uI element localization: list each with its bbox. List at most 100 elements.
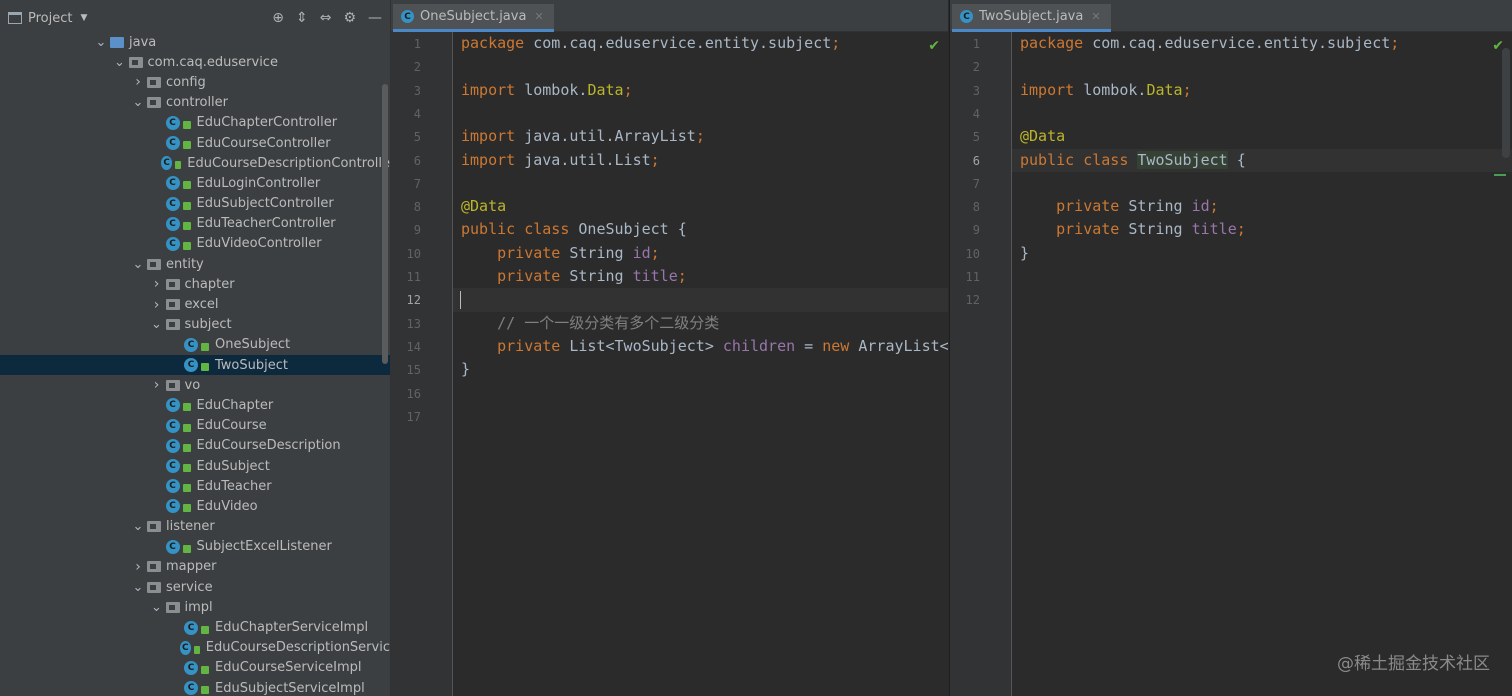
- chevron-right-icon[interactable]: ›: [129, 559, 147, 575]
- line-number: 7: [413, 176, 421, 191]
- tree-item-folder[interactable]: › vo: [0, 375, 390, 395]
- tree-item-folder[interactable]: ⌄ java: [0, 32, 390, 52]
- tree-item-class[interactable]: C SubjectExcelListener: [0, 537, 390, 557]
- project-scrollbar[interactable]: [382, 84, 388, 364]
- tree-item-label: TwoSubject: [215, 357, 288, 373]
- access-icon: [182, 464, 191, 473]
- class-icon: C: [184, 358, 198, 373]
- chevron-down-icon[interactable]: ⌄: [148, 600, 166, 615]
- tree-item-folder[interactable]: ⌄ impl: [0, 597, 390, 617]
- tree-item-label: EduCourseDescriptionServic: [205, 640, 390, 656]
- line-number: 3: [972, 83, 980, 98]
- editor-scrollbar[interactable]: [1502, 48, 1510, 158]
- tree-item-label: OneSubject: [215, 337, 291, 353]
- tree-item-class[interactable]: C OneSubject: [0, 335, 390, 355]
- tree-item-class[interactable]: C EduCourseServiceImpl: [0, 658, 390, 678]
- tree-item-class[interactable]: C EduChapterController: [0, 113, 390, 133]
- code-text: @Data: [461, 197, 507, 216]
- code-area[interactable]: package com.caq.eduservice.entity.subjec…: [453, 32, 948, 696]
- code-line: import java.util.List;: [453, 149, 948, 172]
- tree-item-class[interactable]: C EduTeacher: [0, 476, 390, 496]
- folder-icon: [165, 278, 180, 290]
- line-number: 8: [413, 200, 421, 215]
- access-icon: [201, 363, 209, 372]
- tree-item-class[interactable]: C EduChapterServiceImpl: [0, 617, 390, 637]
- tree-item-folder[interactable]: ⌄ service: [0, 577, 390, 597]
- tree-item-folder[interactable]: ⌄ subject: [0, 315, 390, 335]
- tree-item-folder[interactable]: ⌄ com.caq.eduservice: [0, 52, 390, 72]
- chevron-down-icon[interactable]: ⌄: [129, 257, 147, 272]
- tree-item-label: excel: [184, 297, 219, 313]
- access-icon: [182, 544, 191, 553]
- class-icon: C: [165, 196, 180, 211]
- tree-item-class[interactable]: C EduSubjectServiceImpl: [0, 678, 390, 696]
- line-number: 6: [972, 153, 980, 168]
- code-line: [453, 288, 948, 312]
- access-icon: [182, 403, 191, 412]
- tree-item-class[interactable]: C EduSubject: [0, 456, 390, 476]
- tab-twosubject[interactable]: C TwoSubject.java ✕: [952, 4, 1111, 32]
- tree-item-label: EduChapterServiceImpl: [215, 620, 369, 636]
- tree-item-folder[interactable]: › excel: [0, 294, 390, 314]
- locate-icon[interactable]: ⊕: [272, 10, 284, 26]
- tree-item-folder[interactable]: › config: [0, 72, 390, 92]
- collapse-all-icon[interactable]: ⇔: [320, 10, 332, 26]
- folder-icon: [147, 97, 161, 109]
- tree-item-label: vo: [184, 377, 201, 393]
- chevron-down-icon[interactable]: ⌄: [129, 580, 147, 595]
- line-gutter: 1 2 3 4 5 6 7 8 9 10 11 12 13 14 15 16 17: [391, 32, 453, 696]
- chevron-right-icon[interactable]: ›: [129, 74, 147, 90]
- tree-item-class[interactable]: C EduTeacherController: [0, 214, 390, 234]
- tree-item-class[interactable]: C EduSubjectController: [0, 194, 390, 214]
- chevron-right-icon[interactable]: ›: [148, 377, 166, 393]
- tree-item-label: mapper: [166, 559, 217, 575]
- class-icon: C: [184, 337, 198, 352]
- chevron-down-icon[interactable]: ⌄: [92, 35, 110, 50]
- class-icon: C: [165, 499, 180, 514]
- tree-item-folder[interactable]: › chapter: [0, 274, 390, 294]
- code-line: public class TwoSubject {: [1012, 148, 1512, 172]
- tree-item-folder[interactable]: ⌄ controller: [0, 93, 390, 113]
- check-icon: ✔: [928, 38, 940, 54]
- tree-item-class[interactable]: C EduLoginController: [0, 173, 390, 193]
- close-icon[interactable]: ✕: [1091, 10, 1100, 23]
- tree-item-class[interactable]: C TwoSubject: [0, 355, 390, 376]
- tree-item-class[interactable]: C EduCourseController: [0, 133, 390, 153]
- tree-item-class[interactable]: C EduCourse: [0, 416, 390, 436]
- chevron-right-icon[interactable]: ›: [148, 276, 166, 292]
- chevron-down-icon[interactable]: ⌄: [129, 95, 147, 110]
- chevron-down-icon[interactable]: ▼: [80, 13, 87, 23]
- minimize-icon[interactable]: —: [368, 10, 382, 26]
- code-text: import java.util.List;: [461, 150, 660, 169]
- tab-onesubject[interactable]: C OneSubject.java ✕: [393, 4, 554, 32]
- chevron-down-icon[interactable]: ⌄: [111, 55, 129, 70]
- chevron-down-icon[interactable]: ⌄: [129, 519, 147, 534]
- close-icon[interactable]: ✕: [534, 10, 543, 23]
- chevron-right-icon[interactable]: ›: [148, 297, 166, 313]
- tree-item-label: com.caq.eduservice: [147, 54, 278, 70]
- tree-item-folder[interactable]: ⌄ listener: [0, 517, 390, 537]
- line-number: 6: [413, 153, 421, 168]
- class-icon: C: [165, 176, 180, 191]
- chevron-down-icon[interactable]: ⌄: [148, 317, 166, 332]
- tree-item-class[interactable]: C EduCourseDescriptionControlle: [0, 153, 390, 173]
- tree-item-class[interactable]: C EduVideoController: [0, 234, 390, 254]
- code-area[interactable]: package com.caq.eduservice.entity.subjec…: [1012, 32, 1512, 696]
- expand-all-icon[interactable]: ⇕: [296, 10, 308, 26]
- tree-item-folder[interactable]: › mapper: [0, 557, 390, 577]
- gear-icon[interactable]: ⚙: [343, 10, 356, 26]
- project-title[interactable]: Project: [28, 11, 72, 26]
- tree-item-label: java: [129, 34, 157, 50]
- tree-item-class[interactable]: C EduChapter: [0, 395, 390, 415]
- tree-item-class[interactable]: C EduVideo: [0, 496, 390, 516]
- tree-item-class[interactable]: C EduCourseDescriptionServic: [0, 638, 390, 658]
- tree-item-folder[interactable]: ⌄ entity: [0, 254, 390, 274]
- tree-item-class[interactable]: C EduCourseDescription: [0, 436, 390, 456]
- class-icon: C: [179, 640, 191, 655]
- tree-item-label: EduTeacher: [196, 478, 272, 494]
- code-line: }: [1012, 242, 1512, 265]
- tree-item-label: entity: [166, 256, 204, 272]
- project-toolbar: ⊕ ⇕ ⇔ ⚙ —: [272, 10, 382, 26]
- code-line: @Data: [1012, 125, 1512, 148]
